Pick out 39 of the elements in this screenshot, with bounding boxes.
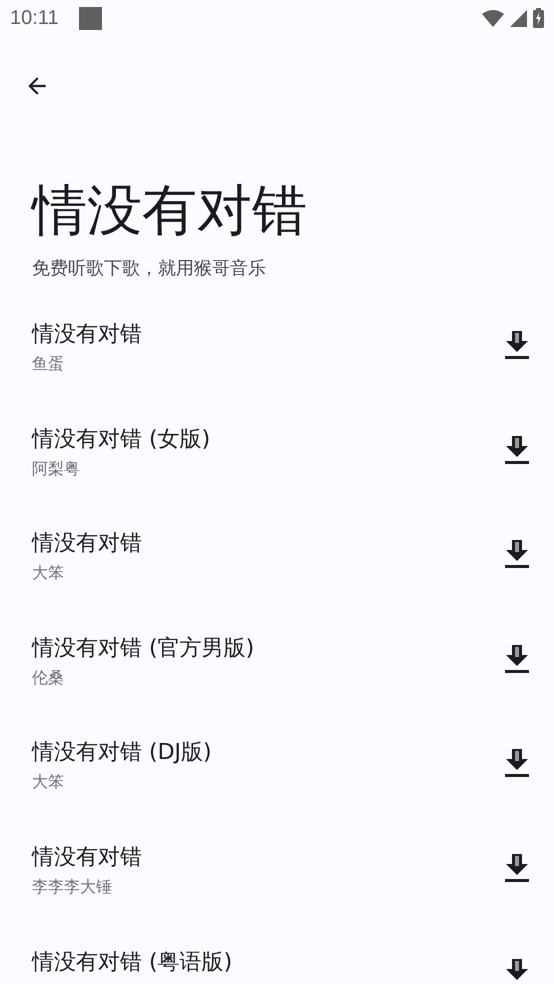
wifi-icon: [482, 9, 504, 27]
song-item[interactable]: 情没有对错 (女版) 阿梨粤: [0, 424, 554, 530]
download-icon: [504, 330, 530, 360]
song-artist: 阿梨粤: [32, 458, 81, 480]
battery-icon: [533, 8, 544, 28]
download-icon: [504, 539, 530, 570]
download-button[interactable]: [504, 330, 530, 360]
download-button[interactable]: [504, 434, 530, 465]
download-icon: [504, 434, 530, 465]
song-title: 情没有对错 (粤语版): [32, 948, 234, 977]
download-icon: [504, 748, 530, 778]
signal-icon: [510, 10, 527, 26]
song-artist: 伦桑: [32, 668, 65, 689]
song-title: 情没有对错 (女版): [32, 426, 212, 454]
song-title: 情没有对错: [32, 844, 143, 872]
download-button[interactable]: [504, 748, 530, 778]
download-button[interactable]: [504, 644, 530, 674]
song-item[interactable]: 情没有对错 鱼蛋: [0, 320, 554, 425]
song-title: 情没有对错 (DJ版): [32, 739, 213, 768]
song-title: 情没有对错: [32, 321, 143, 349]
song-item[interactable]: 情没有对错 (粤语版): [0, 948, 554, 984]
download-icon: [504, 852, 530, 883]
song-title: 情没有对错: [32, 530, 143, 558]
page-title: 情没有对错: [32, 178, 308, 242]
song-item[interactable]: 情没有对错 大笨: [0, 529, 554, 634]
song-item[interactable]: 情没有对错 李李李大锤: [0, 842, 554, 948]
status-time: 10:11: [10, 6, 59, 30]
notification-icon: [78, 6, 102, 30]
song-artist: 大笨: [32, 772, 65, 794]
download-button[interactable]: [504, 539, 530, 570]
song-artist: 鱼蛋: [32, 354, 65, 375]
song-artist: 李李李大锤: [32, 876, 113, 898]
song-title: 情没有对错 (官方男版): [32, 634, 256, 663]
download-button[interactable]: [504, 852, 530, 883]
song-item[interactable]: 情没有对错 (DJ版) 大笨: [0, 738, 554, 843]
download-icon: [504, 644, 530, 674]
page-subtitle: 免费听歌下歌，就用猴哥音乐: [32, 257, 267, 280]
song-item[interactable]: 情没有对错 (官方男版) 伦桑: [0, 634, 554, 738]
song-artist: 大笨: [32, 563, 65, 584]
